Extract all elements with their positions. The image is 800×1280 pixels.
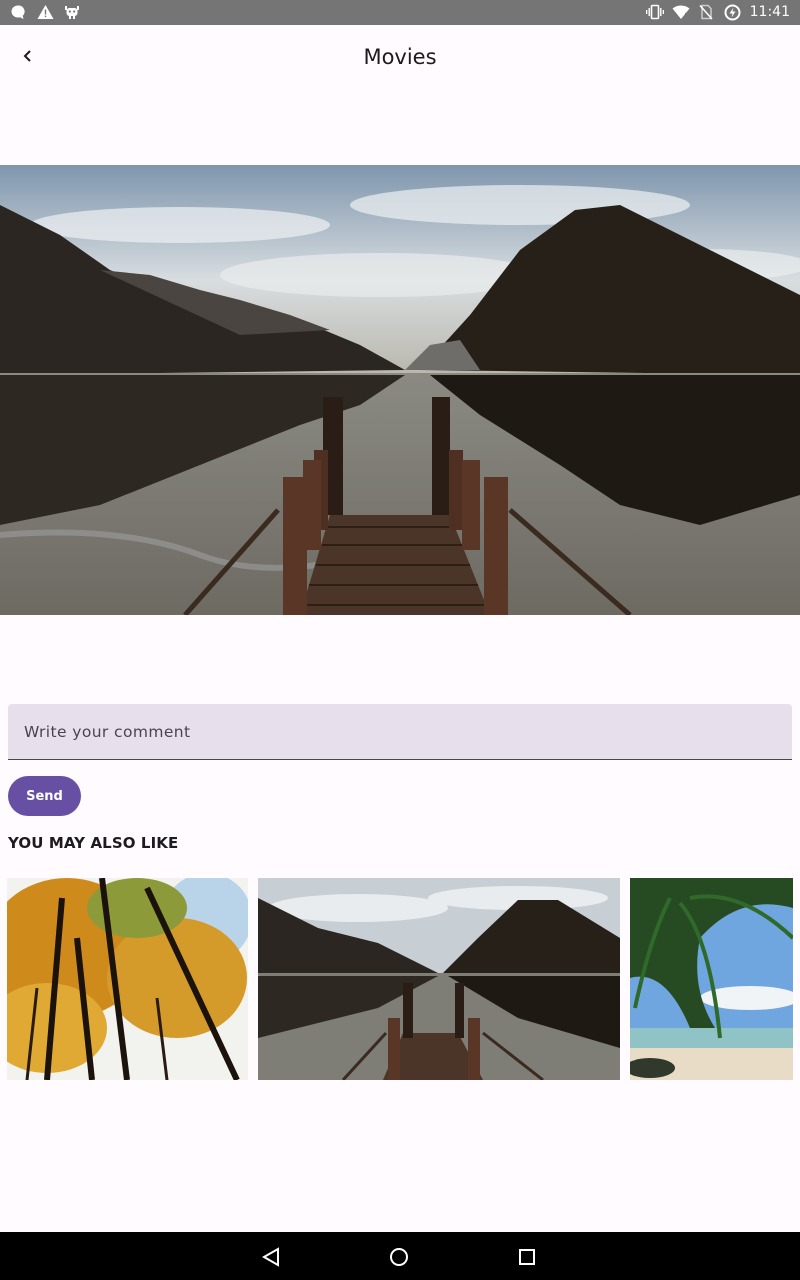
- recommendations-title: YOU MAY ALSO LIKE: [8, 834, 179, 852]
- nav-home-icon[interactable]: [386, 1244, 412, 1270]
- recommendation-tropical-beach[interactable]: [630, 878, 793, 1080]
- nav-recents-icon[interactable]: [514, 1244, 540, 1270]
- android-debug-icon: [64, 4, 81, 21]
- warning-icon: [37, 4, 54, 21]
- status-bar: 11:41: [0, 0, 800, 25]
- hero-image-lake-pier: [0, 165, 800, 615]
- nav-back-icon[interactable]: [258, 1244, 284, 1270]
- send-button[interactable]: Send: [8, 776, 81, 816]
- top-app-bar: Movies: [0, 25, 800, 89]
- chat-bubble-icon: [10, 4, 27, 21]
- vibrate-icon: [645, 4, 664, 21]
- battery-charging-icon: [724, 4, 741, 21]
- status-time: 11:41: [749, 4, 790, 20]
- navigation-bar: [0, 1232, 800, 1280]
- comment-input[interactable]: [8, 704, 792, 759]
- page-title: Movies: [363, 45, 437, 69]
- recommendation-autumn-forest[interactable]: [7, 878, 248, 1080]
- recommendation-lake-pier[interactable]: [258, 878, 620, 1080]
- comment-field[interactable]: [8, 704, 792, 760]
- no-sim-icon: [698, 4, 715, 21]
- wifi-icon: [672, 4, 690, 21]
